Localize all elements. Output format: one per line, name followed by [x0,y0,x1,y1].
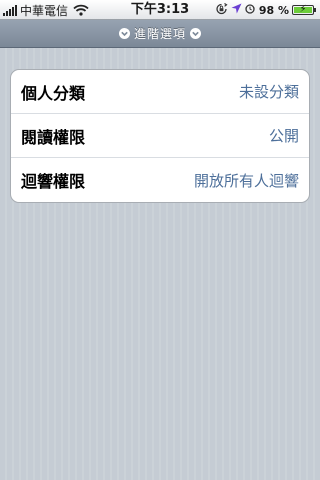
setting-row-category[interactable]: 個人分類 未設分類 [11,70,309,114]
charging-bolt-icon: ⚡ [299,4,307,15]
setting-label: 個人分類 [21,83,86,103]
battery-percent: 98 % [258,3,289,17]
setting-label: 迴響權限 [21,172,86,191]
setting-value: 公開 [268,127,299,145]
setting-value: 未設分類 [238,83,299,101]
setting-label: 閱讀權限 [21,127,86,147]
rotation-lock-icon [215,2,228,18]
alarm-clock-icon [245,3,255,17]
status-bar: 中華電信 下午3:13 98 % ⚡ [0,0,320,20]
location-arrow-icon [231,3,242,17]
chevron-down-icon [118,28,130,39]
setting-row-comment-permission[interactable]: 迴響權限 開放所有人迴響 [11,158,309,202]
advanced-options-title: 進階選項 [133,27,186,41]
settings-group: 個人分類 未設分類 閱讀權限 公開 迴響權限 開放所有人迴響 [10,69,310,203]
advanced-options-header[interactable]: 進階選項 [0,20,320,48]
setting-row-read-permission[interactable]: 閱讀權限 公開 [11,114,309,158]
battery-icon: ⚡ [292,4,316,15]
chevron-down-icon [190,28,201,39]
status-right: 98 % ⚡ [215,0,317,20]
setting-value: 開放所有人迴響 [193,171,299,190]
